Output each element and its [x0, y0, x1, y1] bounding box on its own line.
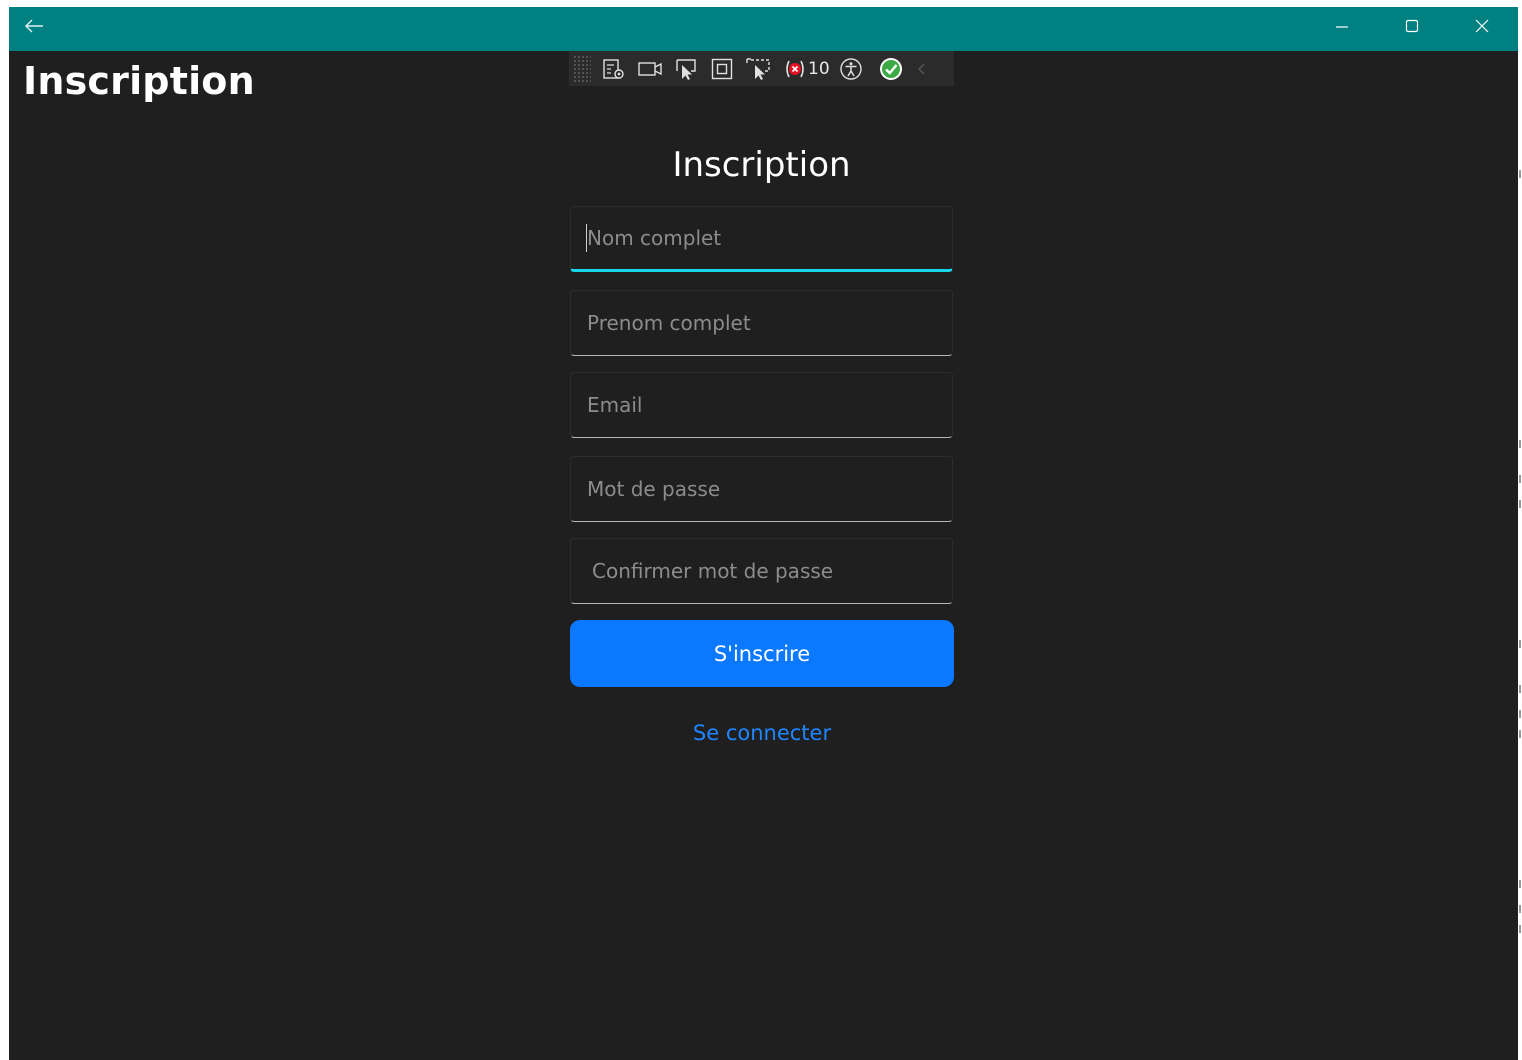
- page-header: Inscription: [23, 59, 255, 103]
- email-input[interactable]: [570, 372, 953, 438]
- text-caret: [586, 224, 587, 252]
- maximize-button[interactable]: [1389, 7, 1435, 45]
- close-icon: [1475, 19, 1489, 33]
- minimize-button[interactable]: [1319, 7, 1365, 45]
- title-bar: [9, 7, 1518, 51]
- track-focus-icon: [746, 57, 770, 80]
- form-title: Inscription: [672, 145, 851, 185]
- binding-failures-count: 10: [808, 58, 830, 79]
- select-element-icon: [676, 58, 696, 80]
- display-layout-adorners-icon: [711, 58, 733, 79]
- track-focus-button[interactable]: [745, 56, 771, 82]
- signup-button[interactable]: S'inscrire: [570, 620, 954, 687]
- toolbar-grip[interactable]: [573, 54, 591, 83]
- hot-reload-ok-icon: [879, 57, 902, 80]
- live-visual-tree-button[interactable]: [601, 56, 627, 82]
- hot-reload-button[interactable]: [878, 56, 904, 82]
- camera-button[interactable]: [637, 56, 663, 82]
- live-visual-tree-icon: [603, 58, 624, 79]
- close-button[interactable]: [1459, 7, 1505, 45]
- confirm-password-input[interactable]: [570, 538, 953, 604]
- chevron-left-icon: [917, 62, 925, 75]
- minimize-icon: [1336, 26, 1348, 28]
- select-element-button[interactable]: [673, 56, 699, 82]
- display-layout-adorners-button[interactable]: [709, 56, 735, 82]
- binding-failures-icon: [786, 60, 804, 77]
- xaml-dev-toolbar: 10: [569, 51, 954, 86]
- prenom-complet-input[interactable]: [570, 290, 953, 356]
- arrow-left-icon: [25, 19, 43, 33]
- collapse-toolbar-button[interactable]: [914, 56, 928, 82]
- password-input[interactable]: [570, 456, 953, 522]
- nom-complet-input[interactable]: [570, 206, 953, 272]
- camera-icon: [638, 61, 662, 76]
- window-edge-marks: [1518, 0, 1522, 1060]
- accessibility-button[interactable]: [838, 56, 864, 82]
- app-window: Inscription 10 Inscription Nom complet P…: [9, 7, 1518, 1060]
- accessibility-icon: [839, 57, 862, 80]
- login-link[interactable]: Se connecter: [570, 721, 954, 745]
- binding-failures-button[interactable]: 10: [783, 56, 830, 82]
- maximize-icon: [1405, 19, 1419, 33]
- back-button[interactable]: [11, 7, 57, 45]
